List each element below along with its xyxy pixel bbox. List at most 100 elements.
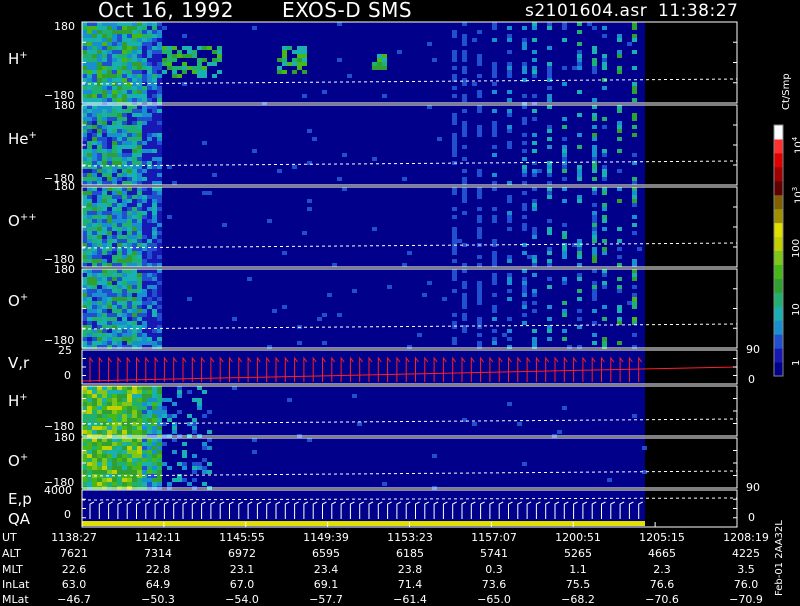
spectrogram-pixel (297, 341, 302, 345)
spectrogram-pixel (522, 181, 527, 185)
spectrogram-pixel (122, 153, 127, 157)
spectrogram-pixel (102, 34, 107, 38)
spectrogram-pixel (192, 470, 197, 474)
spectrogram-pixel (117, 442, 122, 446)
spectrogram-pixel (507, 281, 512, 285)
spectrogram-pixel (152, 54, 157, 58)
spectrogram-pixel (132, 105, 137, 109)
spectrogram-pixel (122, 173, 127, 177)
spectrogram-pixel (132, 255, 137, 259)
spectrogram-pixel (117, 418, 122, 422)
spectrogram-pixel (122, 62, 127, 66)
spectrogram-pixel (152, 203, 157, 207)
spectrogram-pixel (127, 309, 132, 313)
spectrogram-pixel (117, 149, 122, 153)
spectrogram-pixel (117, 137, 122, 141)
spectrogram-pixel (142, 58, 147, 62)
spectrogram-pixel (132, 231, 137, 235)
spectrogram-pixel (132, 430, 137, 434)
spectrogram-pixel (617, 109, 622, 113)
spectrogram-pixel (522, 133, 527, 137)
spectrogram-pixel (117, 26, 122, 30)
spectrogram-pixel (522, 105, 527, 109)
spectrogram-pixel (337, 22, 342, 26)
spectrogram-pixel (92, 414, 97, 418)
spectrogram-pixel (102, 289, 107, 293)
spectrogram-pixel (127, 259, 132, 263)
spectrogram-pixel (82, 187, 87, 191)
spectrogram-pixel (532, 38, 537, 42)
spectrogram-pixel (127, 211, 132, 215)
spectrogram-pixel (147, 474, 152, 478)
spectrogram-pixel (592, 169, 597, 173)
spectrogram-pixel (117, 313, 122, 317)
spectrogram-pixel (82, 78, 87, 82)
spectrogram-pixel (632, 113, 637, 117)
spectrogram-pixel (157, 211, 162, 215)
spectrogram-pixel (82, 173, 87, 177)
spectrogram-pixel (92, 66, 97, 70)
spectrogram-pixel (112, 78, 117, 82)
spectrogram-pixel (602, 285, 607, 289)
spectrogram-pixel (142, 211, 147, 215)
spectrogram-pixel (477, 207, 482, 211)
spectrogram-pixel (117, 161, 122, 165)
spectrogram-pixel (87, 438, 92, 442)
spectrogram-pixel (157, 414, 162, 418)
spectrogram-pixel (172, 430, 177, 434)
spectrogram-pixel (122, 129, 127, 133)
spectrogram-pixel (112, 390, 117, 394)
spectrogram-pixel (82, 321, 87, 325)
spectrogram-pixel (87, 398, 92, 402)
spectrogram-pixel (127, 86, 132, 90)
spectrogram-pixel (127, 321, 132, 325)
spectrogram-pixel (492, 82, 497, 86)
spectrogram-pixel (132, 153, 137, 157)
spectrogram-pixel (147, 187, 152, 191)
spectrogram-pixel (522, 46, 527, 50)
spectrogram-pixel (97, 54, 102, 58)
spectrogram-pixel (82, 263, 87, 267)
spectrogram-pixel (492, 133, 497, 137)
spectrogram-pixel (137, 442, 142, 446)
spectrogram-pixel (562, 251, 567, 255)
spectrogram-pixel (137, 333, 142, 337)
spectrogram-pixel (92, 337, 97, 341)
spectrogram-pixel (197, 70, 202, 74)
spectrogram-pixel (102, 285, 107, 289)
spectrogram-pixel (87, 390, 92, 394)
spectrogram-pixel (532, 259, 537, 263)
spectrogram-pixel (157, 293, 162, 297)
spectrogram-pixel (127, 177, 132, 181)
spectrogram-pixel (132, 50, 137, 54)
spectrogram-pixel (562, 277, 567, 281)
spectrogram-pixel (87, 78, 92, 82)
spectrogram-pixel (132, 38, 137, 42)
spectrogram-pixel (142, 30, 147, 34)
spectrogram-pixel (117, 38, 122, 42)
spectrogram-pixel (142, 22, 147, 26)
spectrogram-pixel (137, 121, 142, 125)
spectrogram-pixel (152, 62, 157, 66)
spectrogram-pixel (142, 329, 147, 333)
spectrogram-pixel (192, 70, 197, 74)
spectrogram-pixel (122, 394, 127, 398)
spectrogram-pixel (92, 329, 97, 333)
spectrogram-pixel (137, 58, 142, 62)
spectrogram-pixel (82, 390, 87, 394)
spectrogram-pixel (92, 386, 97, 390)
spectrogram-pixel (92, 406, 97, 410)
spectrogram-pixel (142, 231, 147, 235)
spectrogram-pixel (132, 113, 137, 117)
colorbar-tick: 1 (791, 360, 800, 366)
spectrogram-pixel (92, 321, 97, 325)
spectrogram-pixel (87, 195, 92, 199)
colorbar-tick: 104 (791, 136, 800, 154)
spectrogram-pixel (102, 58, 107, 62)
spectrogram-pixel (462, 195, 467, 199)
spectrogram-pixel (147, 305, 152, 309)
spectrogram-pixel (107, 301, 112, 305)
spectrogram-pixel (92, 255, 97, 259)
spectrogram-pixel (477, 125, 482, 129)
spectrogram-pixel (92, 90, 97, 94)
